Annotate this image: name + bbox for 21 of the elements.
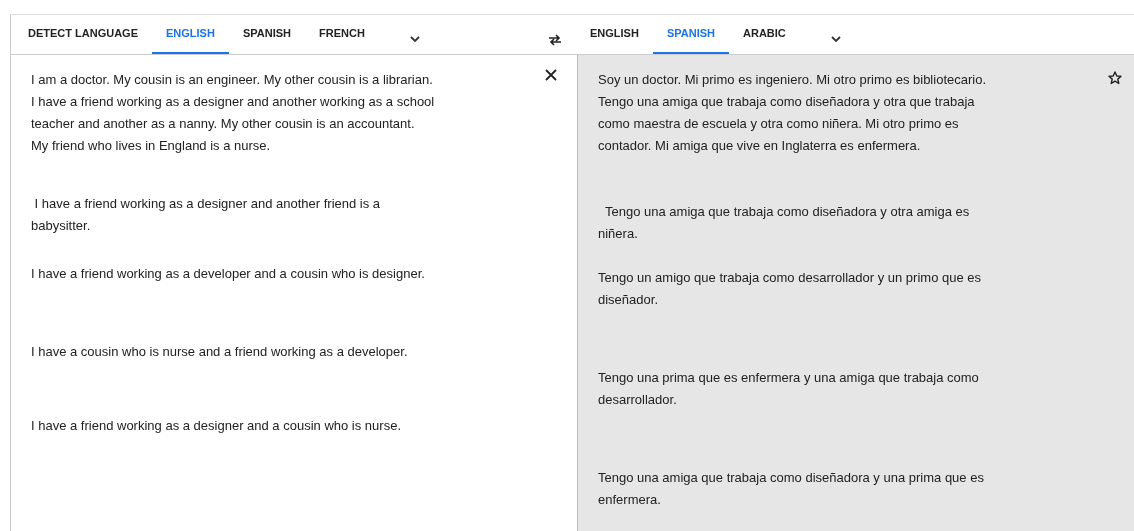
language-tab[interactable]: SPANISH	[228, 15, 305, 54]
language-tab[interactable]: ARABIC	[729, 15, 800, 54]
language-tab[interactable]: FRENCH	[305, 15, 379, 54]
translated-paragraph: Tengo un amigo que trabaja como desarrollador y un primo que es diseñador.	[598, 269, 981, 309]
translated-paragraph: Soy un doctor. Mi primo es ingeniero. Mi otro primo es bibliotecario. Tengo una amiga que trabaja como diseñadora y otra que trabaja como maestra de escuela y otra como niñera. Mi otro primo es contador. Mi amiga que vive en Inglaterra es enfermera.	[598, 71, 986, 155]
source-paragraph: I am a doctor. My cousin is an engineer. My other cousin is a librarian. I have a friend working as a designer and another working as a school teacher and another as a nanny. My other cousin is an accountant. My friend who lives in England is a nurse.	[31, 71, 435, 155]
translated-paragraph: Tengo una amiga que trabaja como diseñadora y otra amiga es niñera.	[598, 203, 970, 243]
language-tab[interactable]: ENGLISH	[576, 15, 653, 54]
source-paragraph: I have a friend working as a designer and another friend is a babysitter.	[31, 195, 381, 235]
source-paragraph: I have a friend working as a designer and a cousin who is nurse.	[31, 417, 401, 435]
close-icon[interactable]	[545, 69, 557, 81]
chevron-down-icon[interactable]	[408, 34, 421, 43]
source-paragraph: I have a friend working as a developer and a cousin who is designer.	[31, 265, 425, 283]
chevron-down-icon[interactable]	[829, 34, 842, 43]
translated-paragraph: Tengo una prima que es enfermera y una amiga que trabaja como desarrollador.	[598, 369, 979, 409]
language-tab[interactable]: ENGLISH	[152, 15, 229, 54]
star-icon[interactable]	[1108, 71, 1122, 85]
translated-paragraph: Tengo una amiga que trabaja como diseñadora y una prima que es enfermera.	[598, 469, 984, 509]
swap-icon[interactable]	[548, 33, 562, 46]
source-paragraph: I have a cousin who is nurse and a friend working as a developer.	[31, 343, 408, 361]
language-tab[interactable]: DETECT LANGUAGE	[14, 15, 152, 54]
